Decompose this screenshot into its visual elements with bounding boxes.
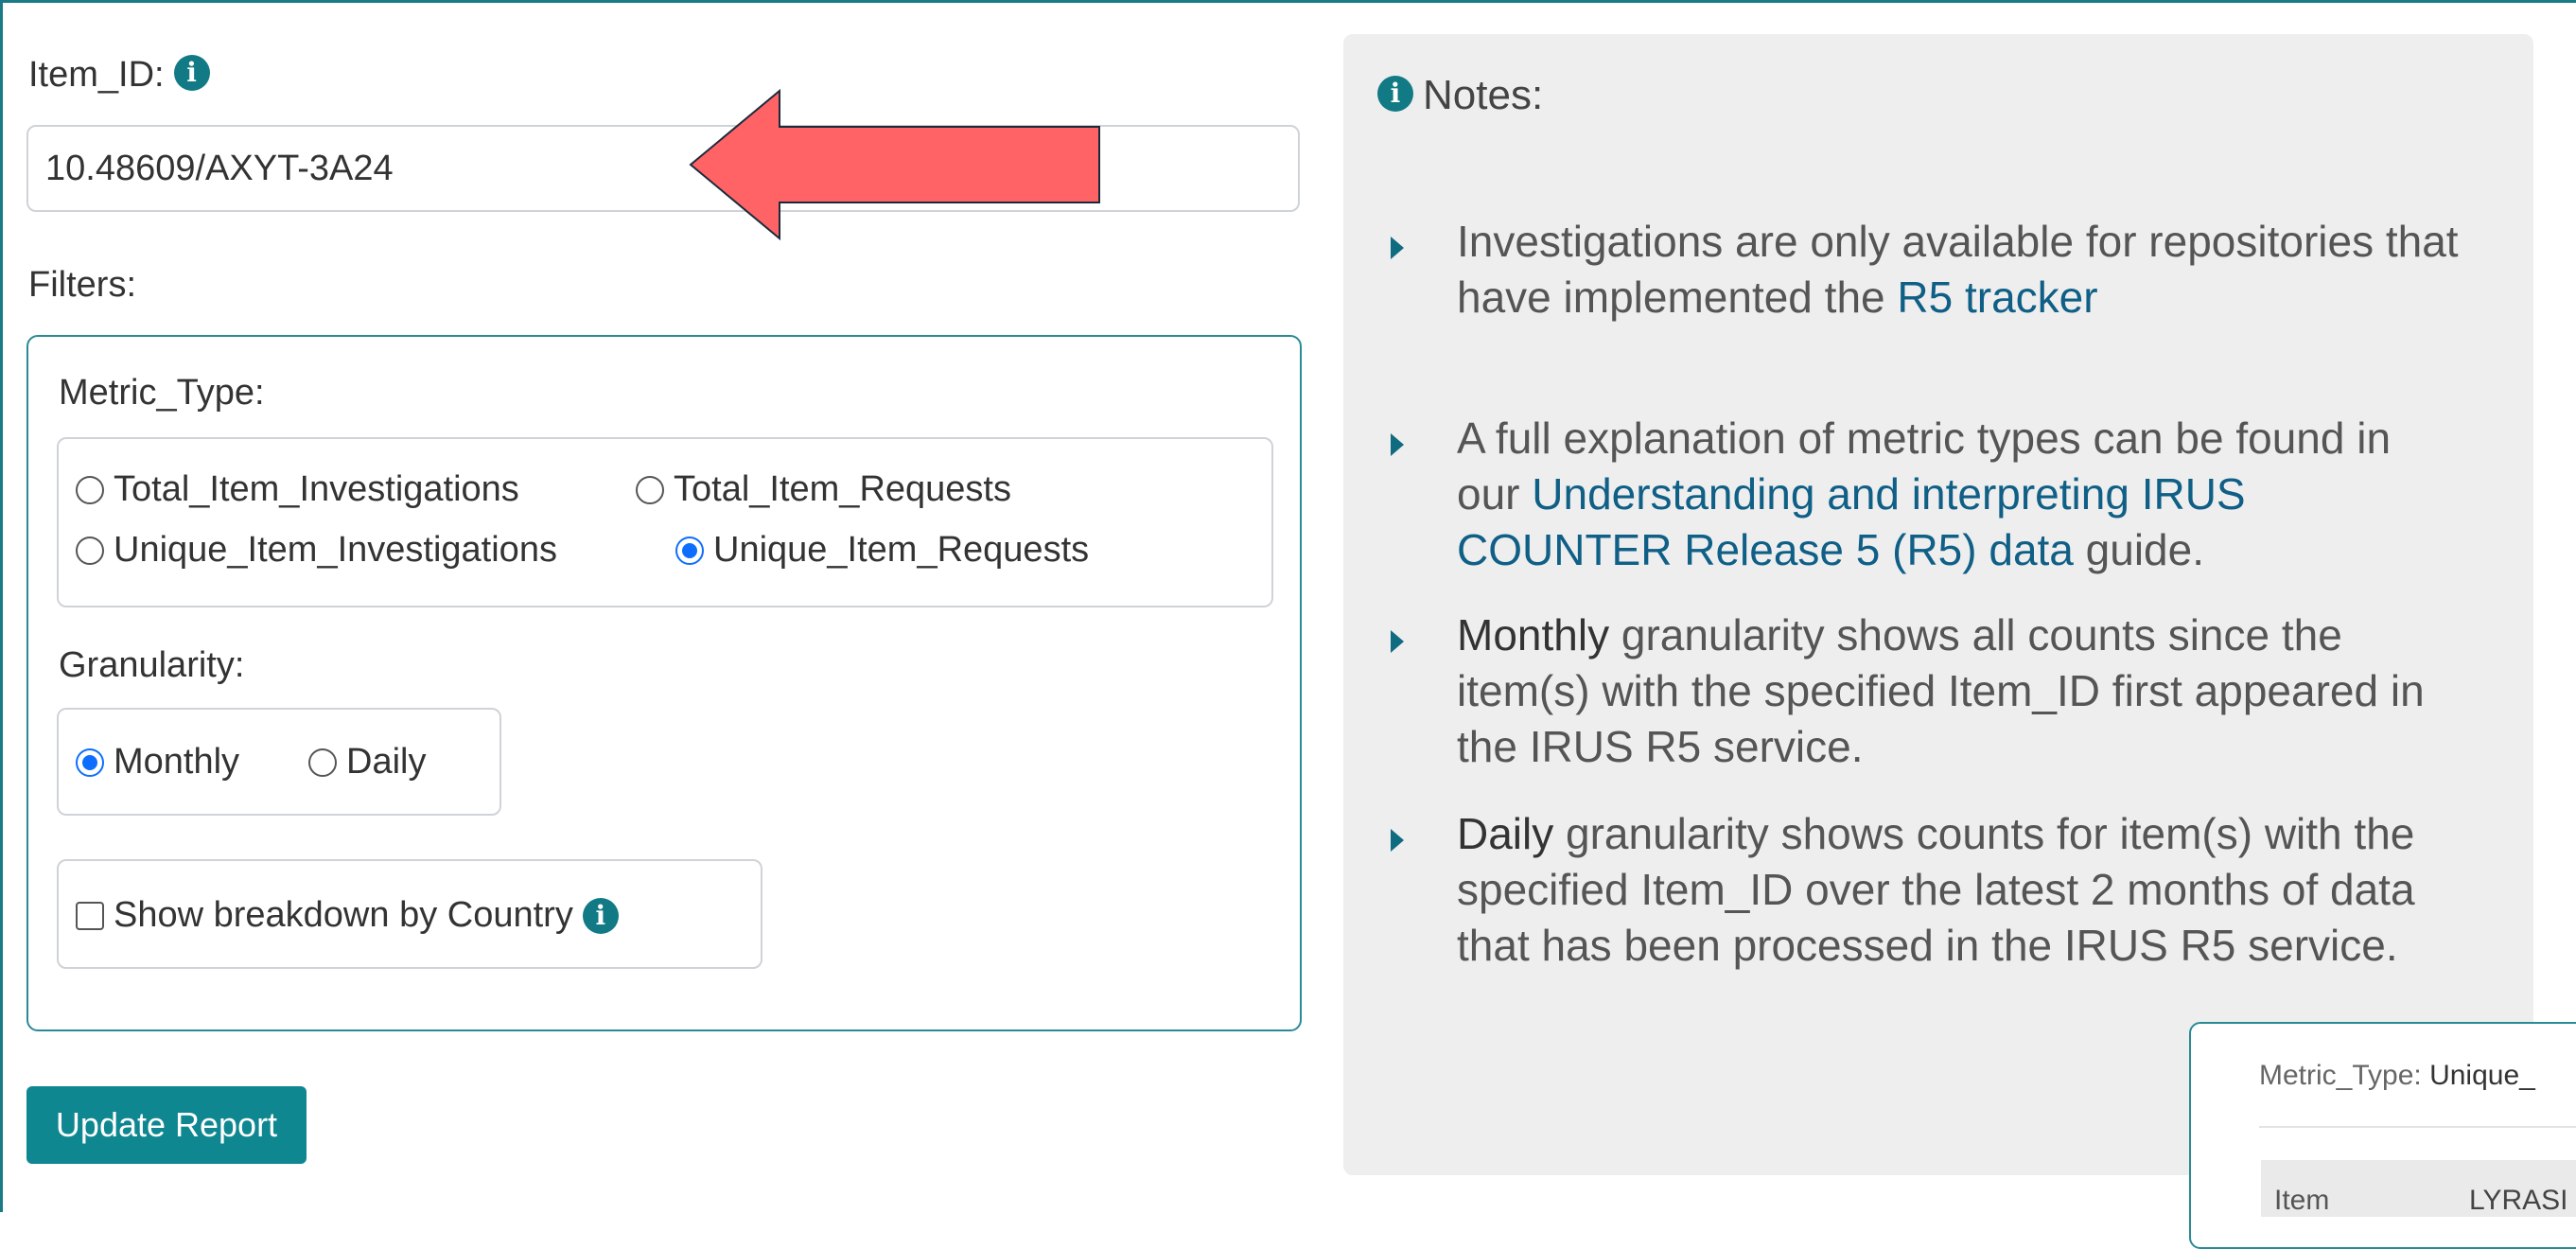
radio-label: Unique_Item_Investigations bbox=[114, 530, 557, 570]
radio-unique-item-investigations[interactable]: Unique_Item_Investigations bbox=[76, 530, 557, 571]
note-item: A full explanation of metric types can b… bbox=[1457, 411, 2460, 578]
radio-button[interactable] bbox=[76, 475, 104, 504]
caret-right-icon bbox=[1391, 630, 1404, 653]
note-item: Daily granularity shows counts for item(… bbox=[1457, 806, 2460, 974]
report-metric-value: Unique_ bbox=[2429, 1060, 2535, 1091]
note-text: granularity shows counts for item(s) wit… bbox=[1457, 809, 2415, 970]
metric-type-label: Metric_Type: bbox=[59, 373, 265, 413]
divider bbox=[2259, 1126, 2576, 1128]
radio-label: Total_Item_Requests bbox=[674, 469, 1011, 509]
info-icon[interactable]: i bbox=[173, 54, 210, 91]
checkbox[interactable] bbox=[76, 901, 104, 930]
radio-button-checked[interactable] bbox=[675, 536, 704, 565]
note-strong: Monthly bbox=[1457, 610, 1610, 660]
caret-right-icon bbox=[1391, 433, 1404, 456]
notes-title-text: Notes: bbox=[1423, 72, 1544, 118]
caret-right-icon bbox=[1391, 829, 1404, 852]
radio-monthly[interactable]: Monthly bbox=[76, 742, 239, 783]
radio-label: Total_Item_Investigations bbox=[114, 469, 519, 509]
radio-label: Daily bbox=[346, 742, 427, 782]
info-icon[interactable]: i bbox=[582, 897, 619, 934]
item-id-input[interactable] bbox=[26, 125, 1300, 212]
radio-daily[interactable]: Daily bbox=[308, 742, 426, 783]
metric-type-group bbox=[57, 437, 1273, 607]
radio-button[interactable] bbox=[308, 748, 337, 777]
r5-tracker-link[interactable]: R5 tracker bbox=[1897, 273, 2097, 322]
note-text: guide. bbox=[2073, 525, 2205, 574]
report-metric-label: Metric_Type: bbox=[2259, 1060, 2430, 1091]
item-id-label-text: Item_ID: bbox=[28, 55, 165, 95]
notes-panel bbox=[1343, 34, 2533, 1175]
note-item: Monthly granularity shows all counts sin… bbox=[1457, 607, 2460, 775]
radio-button-checked[interactable] bbox=[76, 748, 104, 777]
filters-label: Filters: bbox=[28, 265, 136, 305]
left-arrow-icon bbox=[689, 89, 1100, 240]
notes-title: i Notes: bbox=[1377, 72, 1543, 119]
info-icon: i bbox=[1377, 76, 1413, 113]
radio-label: Unique_Item_Requests bbox=[713, 530, 1090, 570]
radio-unique-item-requests[interactable]: Unique_Item_Requests bbox=[675, 530, 1089, 571]
caret-right-icon bbox=[1391, 237, 1404, 259]
update-report-button[interactable]: Update Report bbox=[26, 1086, 307, 1164]
radio-button[interactable] bbox=[636, 475, 664, 504]
radio-total-item-investigations[interactable]: Total_Item_Investigations bbox=[76, 469, 519, 510]
checkbox-label: Show breakdown by Country bbox=[114, 895, 573, 935]
note-item: Investigations are only available for re… bbox=[1457, 214, 2460, 325]
note-strong: Daily bbox=[1457, 809, 1554, 858]
report-metric-type: Metric_Type: Unique_ bbox=[2259, 1060, 2535, 1092]
item-id-label: Item_ID: i bbox=[28, 54, 210, 96]
radio-total-item-requests[interactable]: Total_Item_Requests bbox=[636, 469, 1011, 510]
granularity-label: Granularity: bbox=[59, 645, 245, 685]
radio-button[interactable] bbox=[76, 536, 104, 565]
country-breakdown-checkbox[interactable]: Show breakdown by Country i bbox=[76, 895, 619, 936]
radio-label: Monthly bbox=[114, 742, 240, 782]
